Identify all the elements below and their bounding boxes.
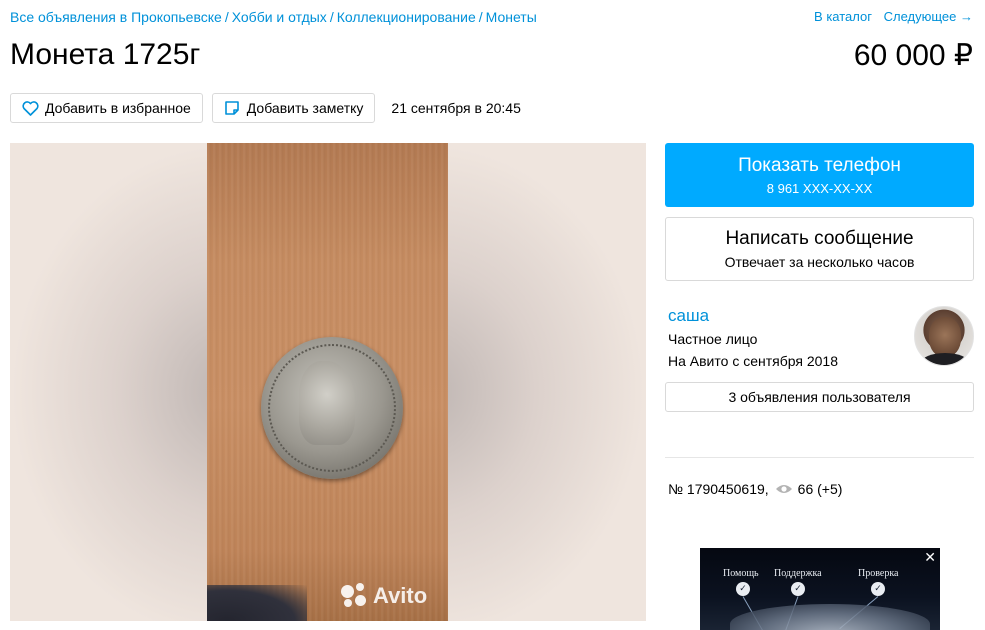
show-phone-label: Показать телефон — [738, 154, 901, 176]
avatar-face — [929, 317, 961, 357]
close-icon[interactable]: ✕ — [924, 550, 936, 566]
breadcrumb-item-all[interactable]: Все объявления в Прокопьевске — [10, 9, 222, 25]
avatar-shirt — [921, 353, 969, 365]
page-title: Монета 1725г — [10, 38, 201, 71]
note-icon — [223, 99, 241, 117]
check-icon: ✓ — [736, 582, 750, 596]
gallery-blur-right — [448, 143, 646, 621]
gallery-blur-left — [10, 143, 207, 621]
listing-number: № 1790450619, — [668, 481, 769, 497]
breadcrumb-item-hobby[interactable]: Хобби и отдых — [232, 9, 327, 25]
photo-gallery[interactable]: Avito — [10, 143, 646, 621]
coin-portrait — [299, 361, 355, 445]
add-to-favorites-label: Добавить в избранное — [45, 100, 191, 116]
breadcrumb-item-collecting[interactable]: Коллекционирование — [337, 9, 476, 25]
show-phone-button[interactable]: Показать телефон 8 961 XXX-XX-XX — [665, 143, 974, 207]
coin-image — [261, 337, 403, 479]
top-navigation: В каталог Следующее → — [806, 9, 973, 24]
divider — [665, 457, 974, 458]
breadcrumb-separator: / — [224, 9, 229, 25]
breadcrumb-separator: / — [478, 9, 483, 25]
view-count: 66 (+5) — [797, 481, 843, 497]
banner-label-check: Проверка — [858, 568, 899, 579]
listing-meta: № 1790450619, 66 (+5) — [668, 481, 842, 497]
banner-label-support: Поддержка — [774, 568, 822, 579]
check-icon: ✓ — [791, 582, 805, 596]
avito-logo-icon — [341, 583, 367, 609]
next-listing-link[interactable]: Следующее → — [884, 9, 973, 24]
add-note-label: Добавить заметку — [246, 100, 364, 116]
listing-date: 21 сентября в 20:45 — [391, 100, 521, 116]
breadcrumb-separator: / — [329, 9, 334, 25]
write-message-label: Написать сообщение — [725, 228, 914, 249]
response-time: Отвечает за несколько часов — [724, 254, 915, 270]
eye-icon — [775, 483, 793, 495]
photo-cloth — [207, 585, 307, 621]
catalog-link[interactable]: В каталог — [814, 9, 872, 24]
seller-ads-button[interactable]: 3 объявления пользователя — [665, 382, 974, 412]
seller-info: саша Частное лицо На Авито с сентября 20… — [668, 306, 974, 375]
listing-actions: Добавить в избранное Добавить заметку 21… — [10, 93, 521, 123]
add-note-button[interactable]: Добавить заметку — [211, 93, 376, 123]
breadcrumb: Все объявления в Прокопьевске / Хобби и от… — [10, 9, 537, 25]
heart-icon — [21, 99, 39, 117]
write-message-button[interactable]: Написать сообщение Отвечает за несколько… — [665, 217, 974, 281]
listing-price: 60 000 ₽ — [853, 39, 973, 72]
breadcrumb-item-coins[interactable]: Монеты — [486, 9, 537, 25]
check-icon: ✓ — [871, 582, 885, 596]
phone-number-masked: 8 961 XXX-XX-XX — [766, 180, 873, 196]
add-to-favorites-button[interactable]: Добавить в избранное — [10, 93, 203, 123]
banner-label-help: Помощь — [723, 568, 759, 579]
avatar[interactable] — [914, 306, 974, 366]
watermark-text: Avito — [373, 583, 428, 608]
ad-banner[interactable]: ✕ Помощь Поддержка Проверка ✓ ✓ ✓ — [700, 548, 940, 630]
banner-car-image — [730, 604, 930, 630]
listing-photo: Avito — [207, 143, 448, 621]
avito-watermark: Avito — [341, 583, 427, 609]
